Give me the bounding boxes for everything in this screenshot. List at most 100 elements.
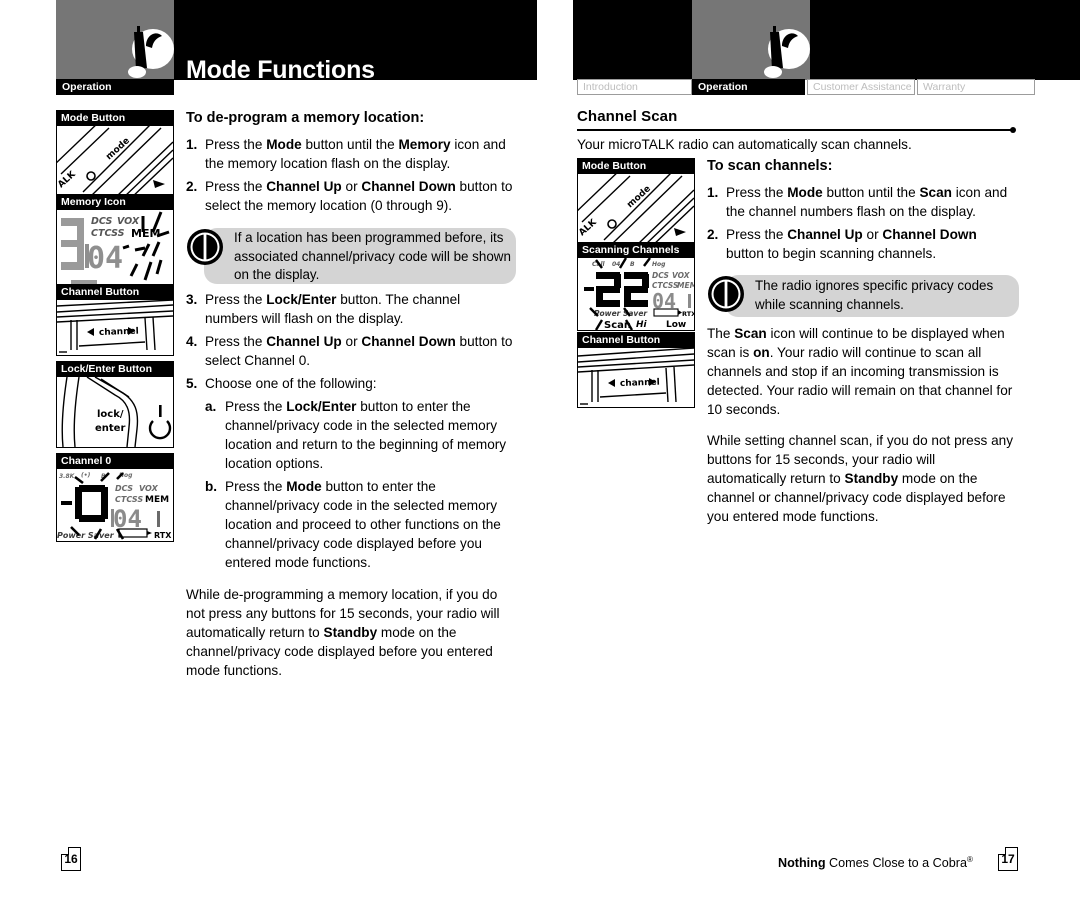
page-corner-fold xyxy=(998,847,1006,855)
tab-customer-assistance[interactable]: Customer Assistance xyxy=(807,79,915,95)
step-text: Press the Mode button until the Memory i… xyxy=(205,137,506,171)
step-number: 1. xyxy=(186,137,198,152)
substep-letter: a. xyxy=(205,399,217,414)
section-rule xyxy=(577,127,1016,133)
step-number: 4. xyxy=(186,334,198,349)
svg-text:channel: channel xyxy=(99,327,139,338)
figure-mode-button-right: Mode Button mode ALK xyxy=(577,158,695,243)
svg-text:DCS: DCS xyxy=(652,271,669,280)
figure-channel-button: Channel Button channel xyxy=(56,284,174,356)
svg-text:(•): (•) xyxy=(81,472,91,479)
lcd-channel-zero: 3.8K (•) B Hog DCS VOX CTCSS MEM 04 Power Sav… xyxy=(57,469,173,541)
figure-memory-icon: Memory Icon DCS VOX CTCSS MEM 04 xyxy=(56,194,174,288)
right-heading: To scan channels: xyxy=(707,158,833,174)
section-intro: Your microTALK radio can automatically s… xyxy=(577,137,912,152)
mode-button-photo: mode ALK xyxy=(578,174,694,242)
step-3: 3. Press the Lock/Enter button. The chan… xyxy=(186,290,516,328)
page-number-left: 16 xyxy=(61,847,81,871)
page-number-right: 17 xyxy=(998,847,1018,871)
figure-caption: Scanning Channels xyxy=(578,243,694,258)
step-text: Press the Channel Up or Channel Down but… xyxy=(205,334,513,368)
figure-caption: Mode Button xyxy=(578,159,694,174)
substep-b: b. Press the Mode button to enter the ch… xyxy=(205,477,516,572)
substep-a: a. Press the Lock/Enter button to enter … xyxy=(205,397,516,473)
step-text: Press the Channel Up or Channel Down but… xyxy=(205,179,513,213)
scan-paragraph-2: While setting channel scan, if you do no… xyxy=(707,433,1014,524)
svg-text:enter: enter xyxy=(95,423,125,434)
svg-text:04: 04 xyxy=(87,241,123,276)
step-text: Press the Mode button until the Scan ico… xyxy=(726,185,1008,219)
tagline-bold: Nothing xyxy=(778,856,826,871)
tab-warranty[interactable]: Warranty xyxy=(917,79,1035,95)
svg-text:B: B xyxy=(630,261,635,268)
figure-scanning-channels: Scanning Channels Call04BHog DCSVOXCT xyxy=(577,242,695,331)
figure-caption: Channel 0 xyxy=(57,454,173,469)
svg-text:Hi: Hi xyxy=(636,320,648,330)
note-text: The radio ignores specific privacy codes… xyxy=(755,278,994,312)
right-page-body: To scan channels: 1. Press the Mode butt… xyxy=(707,158,1019,526)
scan-step-2: 2. Press the Channel Up or Channel Down … xyxy=(707,225,1017,263)
note-callout: The radio ignores specific privacy codes… xyxy=(707,275,1019,321)
svg-text:RTX: RTX xyxy=(154,531,172,540)
svg-text:CTCSS: CTCSS xyxy=(115,495,143,504)
lock-enter-button-photo: lock/enter xyxy=(57,377,173,447)
figure-caption: Memory Icon xyxy=(57,195,173,210)
figure-caption: Mode Button xyxy=(57,111,173,126)
step-1: 1. Press the Mode button until the Memor… xyxy=(186,135,516,173)
figure-caption: Channel Button xyxy=(578,333,694,348)
svg-text:Power Saver: Power Saver xyxy=(594,309,648,318)
channel-button-photo: channel xyxy=(57,300,173,355)
figure-lock-enter-button: Lock/Enter Button lock/enter xyxy=(56,361,174,448)
step-number: 1. xyxy=(707,185,719,200)
svg-text:channel: channel xyxy=(620,378,660,389)
left-section-tab-operation[interactable]: Operation xyxy=(56,79,174,95)
registered-mark: ® xyxy=(966,855,973,864)
svg-text:lock/: lock/ xyxy=(97,409,124,420)
lcd-scanning-channels: Call04BHog DCSVOXCTCSSMEM 04 Pow xyxy=(578,258,694,330)
page-title: Mode Functions xyxy=(186,56,375,84)
svg-text:Hog: Hog xyxy=(652,261,666,268)
cobra-radio-speech-logo xyxy=(752,26,812,82)
svg-text:VOX: VOX xyxy=(672,271,691,280)
step-number: 2. xyxy=(707,227,719,242)
step-number: 3. xyxy=(186,292,198,307)
svg-text:3.8K: 3.8K xyxy=(59,473,76,480)
channel-button-photo: channel xyxy=(578,348,694,407)
tab-introduction[interactable]: Introduction xyxy=(577,79,692,95)
svg-text:VOX: VOX xyxy=(117,216,140,227)
step-text: Press the Lock/Enter button. The channel… xyxy=(205,292,461,326)
substep-letter: b. xyxy=(205,479,218,494)
svg-text:MEM: MEM xyxy=(677,281,694,290)
figure-mode-button: Mode Button mode ALK xyxy=(56,110,174,195)
svg-text:MEM: MEM xyxy=(131,227,160,240)
note-callout: If a location has been programmed before… xyxy=(186,228,516,286)
scan-step-1: 1. Press the Mode button until the Scan … xyxy=(707,183,1017,221)
step-number: 5. xyxy=(186,376,198,391)
footer-tagline: Nothing Comes Close to a Cobra® xyxy=(778,852,973,871)
step-text: Choose one of the following: xyxy=(205,376,377,391)
tagline-rest: Comes Close to a Cobra xyxy=(825,856,967,871)
figure-caption: Lock/Enter Button xyxy=(57,362,173,377)
figure-caption: Channel Button xyxy=(57,285,173,300)
header-band-left-gap xyxy=(0,0,56,80)
step-4: 4. Press the Channel Up or Channel Down … xyxy=(186,332,516,370)
section-title: Channel Scan xyxy=(577,108,678,125)
svg-text:MEM: MEM xyxy=(145,495,169,505)
page-corner-fold xyxy=(61,847,69,855)
left-page-body: To de-program a memory location: 1. Pres… xyxy=(186,110,516,680)
rule-end-dot xyxy=(1010,127,1016,133)
svg-text:DCS: DCS xyxy=(91,216,113,227)
tab-operation[interactable]: Operation xyxy=(692,79,805,95)
svg-text:DCS: DCS xyxy=(115,484,133,493)
cobra-radio-speech-logo xyxy=(116,26,176,82)
svg-text:Low: Low xyxy=(666,320,686,330)
figure-channel-button-right: Channel Button channel xyxy=(577,332,695,408)
svg-text:RTX: RTX xyxy=(682,310,694,318)
svg-text:Power Saver: Power Saver xyxy=(57,531,115,540)
scan-paragraph-1: The Scan icon will continue to be displa… xyxy=(707,326,1013,417)
substep-text: Press the Lock/Enter button to enter the… xyxy=(225,399,507,471)
right-section-header: Channel Scan Your microTALK radio can au… xyxy=(577,108,1017,154)
left-heading: To de-program a memory location: xyxy=(186,110,425,126)
step-2: 2. Press the Channel Up or Channel Down … xyxy=(186,177,516,215)
step-number: 2. xyxy=(186,179,198,194)
